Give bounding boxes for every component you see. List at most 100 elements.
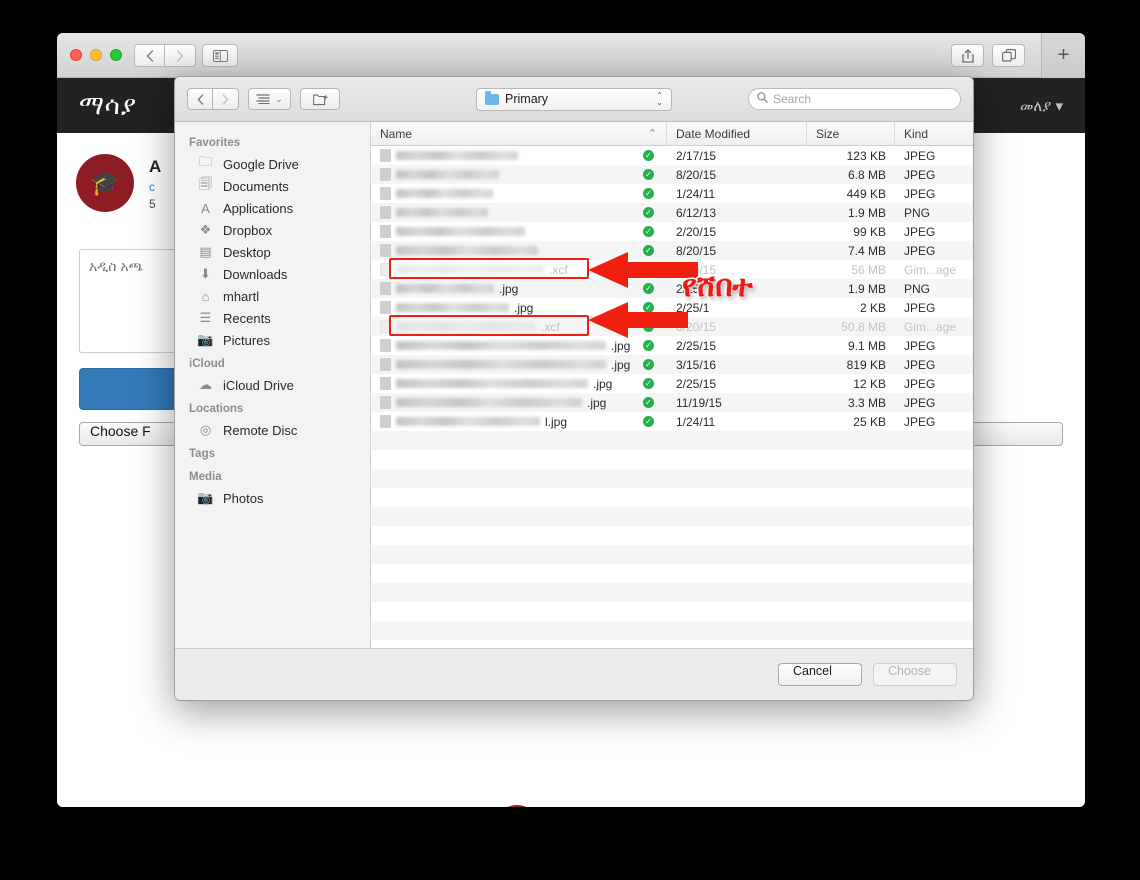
- file-kind-cell: JPEG: [904, 357, 936, 372]
- column-header-name[interactable]: Name ⌃: [371, 122, 667, 145]
- table-row[interactable]: .jpg ✓ 11/19/15 3.3 MB JPEG: [371, 393, 973, 412]
- share-icon[interactable]: [951, 44, 984, 67]
- sync-status-icon: ✓: [643, 359, 654, 370]
- table-row[interactable]: .jpg ✓ 3/15/16 819 KB JPEG: [371, 355, 973, 374]
- file-kind-cell: JPEG: [904, 224, 936, 239]
- path-popup-button[interactable]: Primary ⌃ ⌄: [476, 87, 672, 111]
- file-list: Name ⌃ Date Modified Size Kind ✓ 2/17/15 1…: [371, 122, 973, 648]
- sidebar-section-icloud: iCloud: [189, 358, 225, 370]
- dialog-forward-button[interactable]: [213, 88, 239, 110]
- new-folder-icon[interactable]: [300, 88, 340, 110]
- file-extension: .jpg: [499, 281, 519, 296]
- sidebar-item-recents[interactable]: ☰ Recents: [175, 307, 370, 329]
- sidebar-item-photos[interactable]: 📷 Photos: [175, 487, 370, 509]
- redacted-file-name: [396, 379, 588, 388]
- file-name-cell: .jpg ✓: [371, 374, 667, 393]
- file-date-cell: 3/15/16: [676, 357, 717, 372]
- table-row[interactable]: .jpg ✓ 2/25/1 2 KB JPEG: [371, 298, 973, 317]
- profile-link[interactable]: c: [149, 180, 161, 194]
- table-row[interactable]: ✓ 1/24/11 449 KB JPEG: [371, 184, 973, 203]
- sidebar-item-documents[interactable]: 🗐 Documents: [175, 175, 370, 197]
- table-row[interactable]: .xcf ✓ 8/20/15 50.8 MB Gim...age: [371, 317, 973, 336]
- file-date-cell: 2/20/15: [676, 224, 717, 239]
- table-row[interactable]: ✓ 2/20/15 99 KB JPEG: [371, 222, 973, 241]
- redacted-file-name: [396, 189, 493, 198]
- file-type-icon: [380, 206, 391, 219]
- file-extension: .xcf: [549, 262, 568, 277]
- dialog-toolbar: ⌄ Primary ⌃ ⌄ Search: [175, 77, 973, 122]
- table-row[interactable]: l.jpg ✓ 1/24/11 25 KB JPEG: [371, 412, 973, 431]
- column-header-date[interactable]: Date Modified: [667, 122, 807, 145]
- file-type-icon: [380, 244, 391, 257]
- table-row[interactable]: ✓ 6/12/13 1.9 MB PNG: [371, 203, 973, 222]
- sidebar-item-google-drive[interactable]: 🗀 Google Drive: [175, 153, 370, 175]
- file-kind-cell: PNG: [904, 281, 931, 296]
- file-kind-cell: JPEG: [904, 243, 936, 258]
- file-extension: .xcf: [541, 319, 560, 334]
- dialog-back-button[interactable]: [187, 88, 213, 110]
- file-list-rows[interactable]: ✓ 2/17/15 123 KB JPEG ✓ 8/20/15 6.8 MB JPEG ✓ 1/2…: [371, 146, 973, 648]
- sidebar-item-remote-disc[interactable]: ◎ Remote Disc: [175, 419, 370, 441]
- file-kind-cell: JPEG: [904, 186, 936, 201]
- stepper-icon: ⌃ ⌄: [656, 91, 663, 107]
- sidebar-item-dropbox[interactable]: ❖ Dropbox: [175, 219, 370, 241]
- path-popup-label: Primary: [505, 92, 549, 106]
- list-item: 🎓 ከ 3 days በፊት ተለጠፈ። ሰርዝ: [497, 793, 1035, 807]
- table-row[interactable]: .jpg ✓ 2/25/15 9.1 MB JPEG: [371, 336, 973, 355]
- cancel-button[interactable]: Cancel: [778, 663, 862, 686]
- browser-right-buttons: [951, 44, 1025, 67]
- sidebar-item-desktop[interactable]: ▤ Desktop: [175, 241, 370, 263]
- account-menu[interactable]: መለያ ▾: [1020, 97, 1063, 115]
- file-kind-cell: JPEG: [904, 167, 936, 182]
- sidebar-item-label: Google Drive: [223, 156, 299, 172]
- file-kind-cell: JPEG: [904, 376, 936, 391]
- minimize-window-button[interactable]: [90, 49, 102, 61]
- browser-forward-button[interactable]: [165, 44, 196, 67]
- sync-status-icon: ✓: [643, 245, 654, 256]
- show-tabs-icon[interactable]: [992, 44, 1025, 67]
- sync-status-icon: ✓: [643, 188, 654, 199]
- table-row[interactable]: .xcf ✓ 8/20/15 56 MB Gim...age: [371, 260, 973, 279]
- file-size-cell: 50.8 MB: [841, 319, 886, 334]
- file-kind-cell: JPEG: [904, 148, 936, 163]
- sidebar-item-applications[interactable]: А Applications: [175, 197, 370, 219]
- maximize-window-button[interactable]: [110, 49, 122, 61]
- file-size-cell: 1.9 MB: [847, 205, 886, 220]
- view-mode-button[interactable]: ⌄: [248, 88, 291, 110]
- sidebar-item-icloud-drive[interactable]: ☁ iCloud Drive: [175, 374, 370, 396]
- file-kind-cell: JPEG: [904, 300, 936, 315]
- file-extension: .jpg: [611, 357, 631, 372]
- table-row[interactable]: ✓ 2/17/15 123 KB JPEG: [371, 146, 973, 165]
- column-header-size[interactable]: Size: [807, 122, 895, 145]
- sidebar-item-pictures[interactable]: 📷 Pictures: [175, 329, 370, 351]
- file-date-cell: 1/24/11: [676, 414, 716, 429]
- new-tab-button[interactable]: +: [1041, 33, 1085, 78]
- sync-status-icon: ✓: [643, 207, 654, 218]
- home-icon: ⌂: [201, 288, 210, 304]
- table-row[interactable]: .jpg ✓ 2/25/15 12 KB JPEG: [371, 374, 973, 393]
- file-size-cell: 1.9 MB: [847, 281, 886, 296]
- file-type-icon: [380, 282, 391, 295]
- sidebar-item-label: Remote Disc: [223, 422, 298, 438]
- search-input[interactable]: Search: [748, 88, 961, 110]
- file-type-icon: [380, 168, 391, 181]
- table-row[interactable]: ✓ 8/20/15 6.8 MB JPEG: [371, 165, 973, 184]
- sidebar-item-downloads[interactable]: ⬇ Downloads: [175, 263, 370, 285]
- file-date-cell: 2/25/1: [676, 300, 710, 315]
- browser-back-button[interactable]: [134, 44, 165, 67]
- table-row[interactable]: ✓ 8/20/15 7.4 MB JPEG: [371, 241, 973, 260]
- table-row[interactable]: .jpg ✓ 2/15/1.9 MB PNG: [371, 279, 973, 298]
- file-name-cell: ✓: [371, 165, 667, 184]
- sidebar-toggle-icon[interactable]: [202, 44, 238, 67]
- file-size-cell: 56 MB: [851, 262, 886, 277]
- close-window-button[interactable]: [70, 49, 82, 61]
- sidebar-item-mhartl[interactable]: ⌂ mhartl: [175, 285, 370, 307]
- column-label-name: Name: [380, 126, 413, 141]
- file-extension: .jpg: [611, 338, 631, 353]
- site-brand[interactable]: ማሳያ: [79, 90, 137, 122]
- redacted-file-name: [396, 322, 536, 331]
- column-header-kind[interactable]: Kind: [895, 122, 973, 145]
- file-date-cell: 1/24/11: [676, 186, 716, 201]
- sync-status-icon: ✓: [643, 340, 654, 351]
- downloads-icon: ⬇: [200, 266, 211, 281]
